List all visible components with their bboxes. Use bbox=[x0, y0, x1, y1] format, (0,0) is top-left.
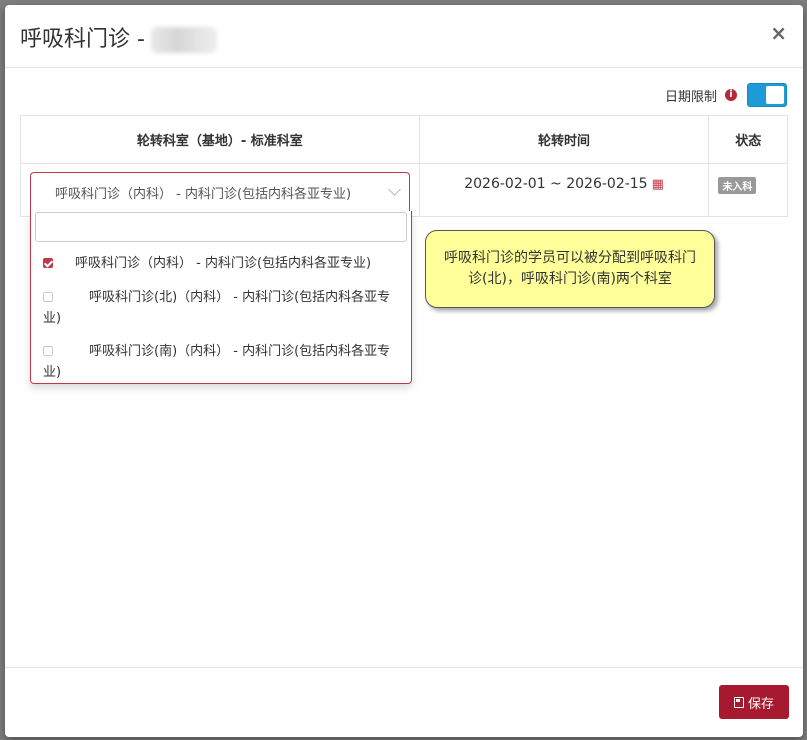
table-header-row: 轮转科室（基地）- 标准科室 轮转时间 状态 bbox=[20, 115, 788, 164]
toggle-knob bbox=[766, 86, 784, 104]
dropdown-search-input[interactable] bbox=[35, 212, 407, 242]
date-limit-control: 日期限制 i bbox=[665, 83, 787, 107]
calendar-icon[interactable]: ▦ bbox=[652, 177, 664, 192]
modal-title-text: 呼吸科门诊 - bbox=[20, 27, 145, 52]
checkbox-unchecked[interactable] bbox=[43, 291, 53, 302]
date-limit-label: 日期限制 bbox=[664, 89, 717, 105]
dropdown-option[interactable]: 呼吸科门诊(南)（内科） - 内科门诊(包括内科各亚专业) bbox=[43, 341, 403, 383]
select-value: 呼吸科门诊（内科） - 内科门诊(包括内科各亚专业) bbox=[55, 187, 352, 202]
dropdown-option[interactable]: 呼吸科门诊（内科） - 内科门诊(包括内科各亚专业) bbox=[43, 253, 403, 274]
callout-text: 呼吸科门诊的学员可以被分配到呼吸科门诊(北)，呼吸科门诊(南)两个科室 bbox=[444, 250, 696, 287]
save-button[interactable]: 保存 bbox=[719, 685, 789, 719]
annotation-callout: 呼吸科门诊的学员可以被分配到呼吸科门诊(北)，呼吸科门诊(南)两个科室 bbox=[425, 230, 715, 308]
rotation-modal: 呼吸科门诊 - × 日期限制 i 轮转科室（基地）- 标准科室 轮转时间 状态 … bbox=[5, 5, 803, 737]
save-label: 保存 bbox=[747, 696, 774, 712]
checkbox-checked[interactable] bbox=[43, 257, 53, 268]
rotation-time-cell: 2026-02-01 ~ 2026-02-15 ▦ bbox=[418, 163, 710, 217]
redacted-name bbox=[150, 27, 217, 53]
status-badge: 未入科 bbox=[718, 177, 757, 194]
column-header-department: 轮转科室（基地）- 标准科室 bbox=[20, 115, 420, 164]
chevron-down-icon bbox=[388, 183, 401, 196]
modal-header: 呼吸科门诊 - × bbox=[5, 5, 803, 68]
department-select[interactable]: 呼吸科门诊（内科） - 内科门诊(包括内科各亚专业) bbox=[30, 172, 410, 212]
floppy-disk-icon bbox=[733, 696, 744, 708]
date-limit-toggle[interactable] bbox=[747, 83, 787, 107]
close-button[interactable]: × bbox=[770, 23, 787, 43]
modal-title: 呼吸科门诊 - bbox=[20, 21, 217, 53]
option-label: 呼吸科门诊(北)（内科） - 内科门诊(包括内科各亚专业) bbox=[43, 290, 391, 326]
option-label: 呼吸科门诊（内科） - 内科门诊(包括内科各亚专业) bbox=[75, 256, 372, 271]
status-cell: 未入科 bbox=[708, 163, 788, 217]
rotation-time-value: 2026-02-01 ~ 2026-02-15 bbox=[464, 176, 648, 192]
dropdown-option[interactable]: 呼吸科门诊(北)（内科） - 内科门诊(包括内科各亚专业) bbox=[43, 287, 403, 329]
column-header-rotation-time: 轮转时间 bbox=[418, 115, 710, 164]
option-label: 呼吸科门诊(南)（内科） - 内科门诊(包括内科各亚专业) bbox=[43, 344, 391, 380]
checkbox-unchecked[interactable] bbox=[43, 345, 53, 356]
column-header-status: 状态 bbox=[708, 115, 788, 164]
modal-footer: 保存 bbox=[5, 667, 803, 738]
info-icon[interactable]: i bbox=[725, 89, 737, 101]
department-dropdown: 呼吸科门诊（内科） - 内科门诊(包括内科各亚专业) 呼吸科门诊(北)（内科） … bbox=[30, 211, 412, 384]
